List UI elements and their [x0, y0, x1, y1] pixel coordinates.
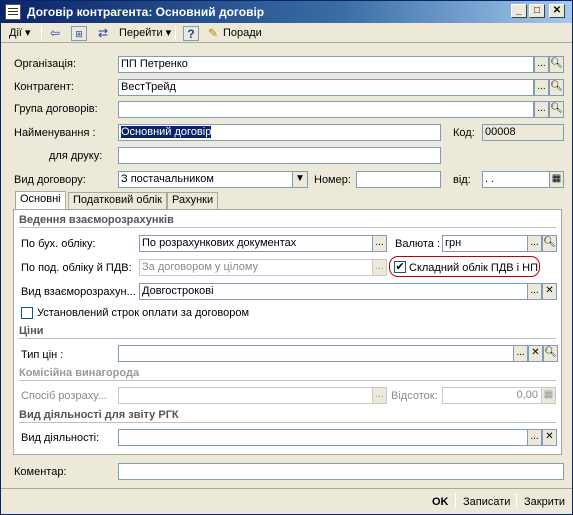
activity-section: Вид діяльності для звіту РГК — [19, 409, 556, 423]
toolbar-separator — [41, 26, 42, 41]
settle-type-field[interactable]: Довгострокові — [139, 283, 528, 300]
currency-select-button[interactable]: ... — [527, 235, 542, 252]
number-field[interactable] — [356, 171, 441, 188]
bottom-bar: OK Записати Закрити — [1, 488, 572, 514]
vat-label: По под. обліку й ПДВ: — [21, 262, 132, 274]
tab-accounts[interactable]: Рахунки — [167, 192, 219, 209]
activity-field[interactable] — [118, 429, 528, 446]
prices-section: Ціни — [19, 325, 556, 339]
close-button[interactable]: Закрити — [524, 494, 565, 510]
settlements-section: Ведення взаєморозрахунків — [19, 214, 556, 228]
percent-field[interactable]: 0,00 — [442, 387, 542, 404]
print-name-field[interactable] — [118, 147, 441, 164]
code-label: Код: — [453, 127, 475, 139]
counterparty-field[interactable]: ВестТрейд — [118, 79, 534, 96]
number-label: Номер: — [314, 174, 351, 186]
window-title: Договір контрагента: Основний договір — [27, 5, 265, 19]
button-separator — [455, 493, 456, 508]
calc-method-select-button[interactable]: ... — [372, 387, 387, 404]
minimize-button[interactable]: _ — [511, 4, 527, 18]
structure-icon[interactable]: ⊞ — [71, 26, 87, 41]
tab-main[interactable]: Основні — [15, 191, 66, 210]
price-type-label: Тип цін : — [21, 349, 64, 361]
print-label: для друку: — [49, 150, 103, 162]
vat-field[interactable]: За договором у цілому — [139, 259, 373, 276]
payment-term-label: Установлений строк оплати за договором — [37, 307, 250, 319]
clear-icon[interactable]: ✕ — [542, 283, 557, 300]
calc-method-label: Спосіб розраху... — [21, 390, 107, 402]
hints-icon[interactable]: ✎ — [205, 26, 221, 41]
dialog-window: Договір контрагента: Основний договір _ … — [0, 0, 573, 515]
maximize-button[interactable]: □ — [529, 4, 545, 18]
name-value: Основний договір — [121, 126, 212, 138]
price-type-select-button[interactable]: ... — [513, 345, 528, 362]
acc-label: По бух. обліку: — [21, 238, 96, 250]
button-separator — [516, 493, 517, 508]
contract-type-label: Вид договору: — [14, 174, 86, 186]
actions-menu[interactable]: Дії ▾ — [9, 25, 31, 42]
org-field[interactable]: ПП Петренко — [118, 56, 534, 73]
clear-icon[interactable]: ✕ — [542, 429, 557, 446]
comment-field[interactable] — [118, 463, 564, 480]
group-select-button[interactable]: ... — [534, 101, 549, 118]
settle-type-label: Вид взаєморозрахун... — [21, 286, 136, 298]
group-search-icon[interactable]: 🔍︎ — [549, 101, 564, 118]
tab-tax[interactable]: Податковий облік — [68, 192, 167, 209]
org-label: Організація: — [14, 58, 76, 70]
ok-button[interactable]: OK — [432, 494, 449, 510]
acc-field[interactable]: По розрахункових документах — [139, 235, 373, 252]
close-window-button[interactable]: ✕ — [549, 4, 565, 18]
price-type-search-icon[interactable]: 🔍︎ — [543, 345, 558, 362]
group-label: Група договорів: — [14, 103, 98, 115]
hints-button[interactable]: Поради — [223, 25, 262, 42]
group-field[interactable] — [118, 101, 534, 118]
comment-label: Коментар: — [14, 466, 67, 478]
title-bar: Договір контрагента: Основний договір _ … — [1, 1, 572, 23]
name-field[interactable]: Основний договір — [118, 124, 441, 141]
document-icon — [5, 4, 21, 20]
contract-type-select[interactable]: З постачальником — [118, 171, 293, 188]
chevron-down-icon[interactable]: ▼ — [292, 171, 308, 188]
counterparty-search-icon[interactable]: 🔍︎ — [549, 79, 564, 96]
org-search-icon[interactable]: 🔍︎ — [549, 56, 564, 73]
currency-field[interactable]: грн — [442, 235, 528, 252]
currency-label: Валюта : — [395, 238, 441, 250]
goto-menu[interactable]: Перейти ▾ — [119, 25, 171, 42]
help-icon[interactable]: ? — [183, 26, 199, 41]
goto-menu-label: Перейти — [119, 27, 163, 39]
activity-label: Вид діяльності: — [21, 432, 100, 444]
actions-menu-label: Дії — [9, 27, 22, 39]
payment-term-checkbox[interactable] — [21, 307, 33, 319]
code-field[interactable]: 00008 — [482, 124, 564, 141]
currency-search-icon[interactable]: 🔍︎ — [542, 235, 557, 252]
save-button[interactable]: Записати — [463, 494, 510, 510]
move-left-icon[interactable]: ⇦ — [47, 26, 63, 41]
price-type-field[interactable] — [118, 345, 514, 362]
name-label: Найменування : — [14, 127, 96, 139]
date-field[interactable]: . . — [482, 171, 550, 188]
calculator-icon[interactable]: ▦ — [541, 387, 556, 404]
percent-label: Відсоток: — [391, 390, 438, 402]
vat-select-button[interactable]: ... — [372, 259, 387, 276]
toolbar-separator — [175, 26, 176, 41]
toolbar: Дії ▾ ⇦ ⊞ ⇄ Перейти ▾ ? ✎ Поради — [1, 23, 572, 43]
commission-section: Комісійна винагорода — [19, 367, 556, 381]
exchange-icon[interactable]: ⇄ — [95, 26, 111, 41]
clear-icon[interactable]: ✕ — [528, 345, 543, 362]
complex-vat-label: Складний облік ПДВ і НП — [409, 262, 539, 274]
complex-vat-checkbox[interactable]: ✔ — [394, 261, 406, 273]
acc-select-button[interactable]: ... — [372, 235, 387, 252]
counterparty-label: Контрагент: — [14, 81, 74, 93]
activity-select-button[interactable]: ... — [527, 429, 542, 446]
counterparty-select-button[interactable]: ... — [534, 79, 549, 96]
settle-type-select-button[interactable]: ... — [527, 283, 542, 300]
org-select-button[interactable]: ... — [534, 56, 549, 73]
calc-method-field[interactable] — [118, 387, 373, 404]
calendar-icon[interactable]: ▦ — [549, 171, 564, 188]
date-label: від: — [453, 174, 471, 186]
